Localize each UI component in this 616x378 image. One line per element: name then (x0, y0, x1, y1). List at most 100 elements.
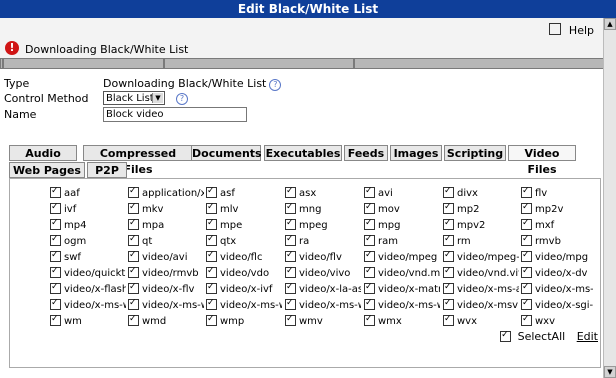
checkbox[interactable] (50, 219, 61, 230)
file-type-item[interactable]: video/vdo (206, 267, 282, 281)
checkbox[interactable] (443, 251, 454, 262)
checkbox[interactable] (50, 315, 61, 326)
checkbox[interactable] (521, 299, 532, 310)
file-type-item[interactable]: video/vnd.m-re (364, 267, 440, 281)
file-type-item[interactable]: video/x-matro (364, 283, 440, 297)
checkbox[interactable] (443, 283, 454, 294)
checkbox[interactable] (128, 283, 139, 294)
scroll-up-icon[interactable]: ▲ (604, 18, 616, 30)
col-header-1[interactable] (2, 58, 164, 69)
file-type-item[interactable]: mpe (206, 219, 282, 233)
tab-audio-files[interactable]: Audio Files (9, 145, 77, 176)
name-field[interactable]: Block video (103, 107, 247, 122)
file-type-item[interactable]: mp4 (50, 219, 126, 233)
checkbox[interactable] (285, 251, 296, 262)
checkbox[interactable] (364, 219, 375, 230)
checkbox[interactable] (50, 235, 61, 246)
file-type-item[interactable]: asx (285, 187, 361, 201)
file-type-item[interactable]: video/x-ms-wr (128, 299, 204, 313)
file-type-item[interactable]: wmd (128, 315, 204, 329)
file-type-item[interactable]: video/x-flv (128, 283, 204, 297)
help-button[interactable]: Help (549, 22, 594, 37)
file-type-item[interactable]: video/quicktin (50, 267, 126, 281)
tab-p2p[interactable]: P2P (87, 162, 127, 178)
file-type-item[interactable]: video/x-ms-wr (50, 299, 126, 313)
file-type-item[interactable]: video/vnd.vivo (443, 267, 519, 281)
checkbox[interactable] (206, 299, 217, 310)
file-type-item[interactable]: mp2 (443, 203, 519, 217)
checkbox[interactable] (443, 203, 454, 214)
checkbox[interactable] (443, 267, 454, 278)
file-type-item[interactable]: qtx (206, 235, 282, 249)
checkbox[interactable] (128, 267, 139, 278)
file-type-item[interactable]: avi (364, 187, 440, 201)
checkbox[interactable] (521, 219, 532, 230)
checkbox[interactable] (285, 203, 296, 214)
file-type-item[interactable]: mxf (521, 219, 593, 233)
checkbox[interactable] (50, 251, 61, 262)
file-type-item[interactable]: video/rmvb (128, 267, 204, 281)
file-type-item[interactable]: mlv (206, 203, 282, 217)
checkbox[interactable] (364, 283, 375, 294)
file-type-item[interactable]: video/mpeg (364, 251, 440, 265)
file-type-item[interactable]: rmvb (521, 235, 593, 249)
file-type-item[interactable]: aaf (50, 187, 126, 201)
checkbox[interactable] (206, 267, 217, 278)
file-type-item[interactable]: wxv (521, 315, 593, 329)
file-type-item[interactable]: divx (443, 187, 519, 201)
checkbox[interactable] (206, 315, 217, 326)
checkbox[interactable] (50, 267, 61, 278)
file-type-item[interactable]: video/vivo (285, 267, 361, 281)
checkbox[interactable] (521, 283, 532, 294)
checkbox[interactable] (50, 283, 61, 294)
checkbox[interactable] (206, 187, 217, 198)
checkbox[interactable] (364, 235, 375, 246)
checkbox[interactable] (364, 251, 375, 262)
file-type-item[interactable]: wvx (443, 315, 519, 329)
file-type-item[interactable]: mp2v (521, 203, 593, 217)
file-type-item[interactable]: ogm (50, 235, 126, 249)
file-type-item[interactable]: video/x-ms-as (521, 283, 593, 297)
checkbox[interactable] (521, 315, 532, 326)
checkbox[interactable] (521, 251, 532, 262)
checkbox[interactable] (285, 267, 296, 278)
file-type-item[interactable]: mpa (128, 219, 204, 233)
checkbox[interactable] (285, 235, 296, 246)
file-type-item[interactable]: video/x-la-asf (285, 283, 361, 297)
file-type-item[interactable]: video/x-ms-wr (285, 299, 361, 313)
checkbox[interactable] (285, 187, 296, 198)
checkbox[interactable] (521, 187, 532, 198)
tab-executables[interactable]: Executables (264, 145, 342, 161)
checkbox[interactable] (128, 187, 139, 198)
file-type-item[interactable]: swf (50, 251, 126, 265)
file-type-item[interactable]: video/flc (206, 251, 282, 265)
checkbox[interactable] (128, 299, 139, 310)
select-all-checkbox[interactable] (500, 330, 512, 342)
file-type-item[interactable]: video/flv (285, 251, 361, 265)
file-type-item[interactable]: video/mpeg-2 (443, 251, 519, 265)
file-type-item[interactable]: video/x-ms-wr (206, 299, 282, 313)
file-type-item[interactable]: video/x-ms-wr (364, 299, 440, 313)
file-type-item[interactable]: video/x-sgi-m (521, 299, 593, 313)
info-icon[interactable]: ? (269, 79, 282, 91)
checkbox[interactable] (206, 203, 217, 214)
checkbox[interactable] (443, 315, 454, 326)
file-type-item[interactable]: mng (285, 203, 361, 217)
file-type-item[interactable]: mpeg (285, 219, 361, 233)
file-type-item[interactable]: mpv2 (443, 219, 519, 233)
checkbox[interactable] (285, 219, 296, 230)
edit-link[interactable]: Edit (577, 330, 598, 343)
control-method-select[interactable]: Black List ▼ (103, 91, 165, 105)
checkbox[interactable] (285, 299, 296, 310)
control-info-icon[interactable]: ? (176, 93, 188, 105)
checkbox[interactable] (206, 235, 217, 246)
checkbox[interactable] (128, 235, 139, 246)
file-type-item[interactable]: mkv (128, 203, 204, 217)
tab-scripting[interactable]: Scripting (444, 145, 506, 161)
checkbox[interactable] (443, 219, 454, 230)
tab-compressed-files[interactable]: Compressed Files (83, 145, 193, 176)
file-type-item[interactable]: wmv (285, 315, 361, 329)
file-type-item[interactable]: ram (364, 235, 440, 249)
checkbox[interactable] (128, 219, 139, 230)
file-type-item[interactable]: video/mpg (521, 251, 593, 265)
